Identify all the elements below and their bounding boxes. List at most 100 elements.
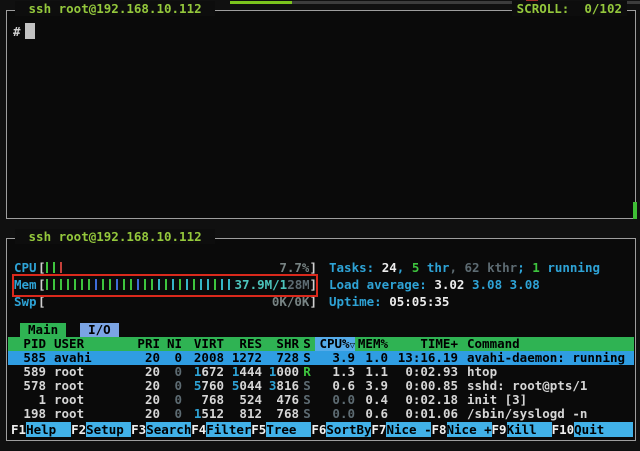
shell-prompt-line[interactable]: # bbox=[13, 23, 35, 39]
htop-meters: CPU[7.7%]Tasks: 24, 5 thr, 62 kthr; 1 ru… bbox=[14, 259, 631, 310]
swp-meter-bars: 0K/0K bbox=[46, 295, 310, 308]
cell-value: 1 bbox=[38, 393, 46, 407]
cell-s: S bbox=[299, 407, 315, 421]
cell-value: avahi bbox=[54, 351, 92, 365]
function-key-bar: F1HelpF2SetupF3SearchF4FilterF5TreeF6Sor… bbox=[11, 422, 633, 437]
mem-meter-label: Mem bbox=[14, 277, 38, 292]
fn-button-search[interactable]: Search bbox=[146, 422, 191, 437]
column-header-pri[interactable]: PRI bbox=[130, 337, 160, 351]
column-header-cmd[interactable]: Command bbox=[458, 337, 634, 351]
cell-cpu: 3.9 bbox=[315, 351, 355, 365]
cell-virt: 1512 bbox=[182, 407, 224, 421]
text-segment: 0K/0K bbox=[272, 295, 310, 308]
cell-value: avahi-daemon: running bbox=[467, 351, 625, 365]
shell-pane: ssh root@192.168.10.112 SCROLL: 0/102 # bbox=[6, 10, 636, 219]
column-header-virt[interactable]: VIRT bbox=[182, 337, 224, 351]
cell-user: root bbox=[46, 393, 130, 407]
cell-value: root bbox=[54, 393, 84, 407]
fn-button-tree[interactable]: Tree bbox=[266, 422, 311, 437]
fn-button-sortby[interactable]: SortBy bbox=[326, 422, 371, 437]
meter-bar bbox=[179, 279, 181, 290]
column-header-time[interactable]: TIME+ bbox=[388, 337, 458, 351]
cell-value: 1.1 bbox=[365, 365, 388, 379]
column-header-label: MEM% bbox=[358, 337, 388, 351]
fn-button-nice[interactable]: Nice + bbox=[447, 422, 492, 437]
tab-main[interactable]: Main bbox=[20, 323, 66, 337]
cell-cpu: 0.0 bbox=[315, 407, 355, 421]
column-header-ni[interactable]: NI bbox=[160, 337, 182, 351]
fn-button-quit[interactable]: Quit bbox=[574, 422, 633, 437]
cell-value: /sbin/syslogd -n bbox=[467, 407, 587, 421]
cell-cmd: init [3] bbox=[458, 393, 634, 407]
column-header-mem[interactable]: MEM% bbox=[355, 337, 388, 351]
cell-ni: 0 bbox=[160, 407, 182, 421]
text-segment: Load average: bbox=[329, 277, 434, 292]
table-row[interactable]: 198root2001512812768S0.00.60:01.06/sbin/… bbox=[8, 407, 634, 421]
cell-value: 20 bbox=[145, 351, 160, 365]
cell-time: 0:02.18 bbox=[388, 393, 458, 407]
cell-value: 0:00.85 bbox=[405, 379, 458, 393]
meter-bar bbox=[53, 279, 55, 290]
cell-value: 13:16.19 bbox=[398, 351, 458, 365]
cell-value: 1272 bbox=[232, 351, 262, 365]
cell-pri: 20 bbox=[130, 407, 160, 421]
cell-virt: 768 bbox=[182, 393, 224, 407]
column-header-label: CPU% bbox=[319, 337, 349, 351]
table-row[interactable]: 585avahi20020081272728S3.91.013:16.19ava… bbox=[8, 351, 634, 365]
fn-button-filter[interactable]: Filter bbox=[206, 422, 251, 437]
cpu-value: 0.0 bbox=[332, 393, 355, 407]
cell-cmd: /sbin/syslogd -n bbox=[458, 407, 634, 421]
nice-value: 0 bbox=[174, 379, 182, 393]
meter-bar bbox=[109, 279, 111, 290]
fn-button-kill[interactable]: Kill bbox=[507, 422, 552, 437]
meter-bar bbox=[207, 279, 209, 290]
column-header-user[interactable]: USER bbox=[46, 337, 130, 351]
fn-button-setup[interactable]: Setup bbox=[86, 422, 131, 437]
column-header-s[interactable]: S bbox=[299, 337, 315, 351]
cpu-value: 0.0 bbox=[332, 407, 355, 421]
text-segment: 3.08 bbox=[472, 277, 502, 292]
text-segment: , bbox=[397, 260, 412, 275]
fn-key-f9: F9 bbox=[492, 422, 507, 437]
column-header-label: S bbox=[303, 337, 311, 351]
meter-bar bbox=[67, 279, 69, 290]
cell-value: 0.6 bbox=[365, 407, 388, 421]
meter-bracket: ] bbox=[309, 277, 317, 292]
column-header-label: USER bbox=[54, 337, 84, 351]
table-row[interactable]: 578root200576050443816S0.63.90:00.85sshd… bbox=[8, 379, 634, 393]
meter-bar bbox=[186, 279, 188, 290]
meter-bar bbox=[130, 279, 132, 290]
meter-bracket: [ bbox=[38, 294, 46, 309]
fn-button-help[interactable]: Help bbox=[26, 422, 71, 437]
fn-key-f4: F4 bbox=[191, 422, 206, 437]
table-row[interactable]: 1root200768524476S0.00.40:02.18init [3] bbox=[8, 393, 634, 407]
text-segment: 62 kthr bbox=[465, 260, 518, 275]
column-header-pid[interactable]: PID bbox=[14, 337, 46, 351]
cell-value: 0:01.06 bbox=[405, 407, 458, 421]
table-row[interactable]: 589root200167214441000R1.31.10:02.93htop bbox=[8, 365, 634, 379]
fn-key-f7: F7 bbox=[371, 422, 386, 437]
cell-virt: 1672 bbox=[182, 365, 224, 379]
terminal-screen: { "colors": { "title_green": "#94c83c", … bbox=[0, 0, 640, 451]
fn-key-f1: F1 bbox=[11, 422, 26, 437]
cell-virt: 5760 bbox=[182, 379, 224, 393]
column-header-cpu[interactable]: CPU%▽ bbox=[315, 337, 355, 351]
cell-value: 3.9 bbox=[332, 351, 355, 365]
number-rest: 000 bbox=[276, 365, 299, 379]
column-header-shr[interactable]: SHR bbox=[262, 337, 299, 351]
text-segment: 3.02 bbox=[434, 277, 464, 292]
cell-user: root bbox=[46, 379, 130, 393]
mem-meter-value: 37.9M/128M bbox=[235, 278, 310, 291]
meter-bracket: [ bbox=[38, 277, 46, 292]
meter-bar bbox=[137, 279, 139, 290]
tab-io[interactable]: I/O bbox=[80, 323, 119, 337]
swp-meter-label: Swp bbox=[14, 294, 38, 309]
cell-res: 5044 bbox=[224, 379, 262, 393]
meter-bar bbox=[144, 279, 146, 290]
text-segment: 1 bbox=[532, 260, 540, 275]
column-header-res[interactable]: RES bbox=[224, 337, 262, 351]
fn-button-nice[interactable]: Nice - bbox=[386, 422, 431, 437]
meter-line-mem: Mem[37.9M/128M]Load average: 3.02 3.08 3… bbox=[14, 276, 631, 293]
summary-line: Uptime: 05:05:35 bbox=[329, 294, 449, 309]
process-table-header[interactable]: PID USER PRINIVIRTRESSHR S CPU%▽MEM%TIME+Com… bbox=[8, 337, 634, 351]
